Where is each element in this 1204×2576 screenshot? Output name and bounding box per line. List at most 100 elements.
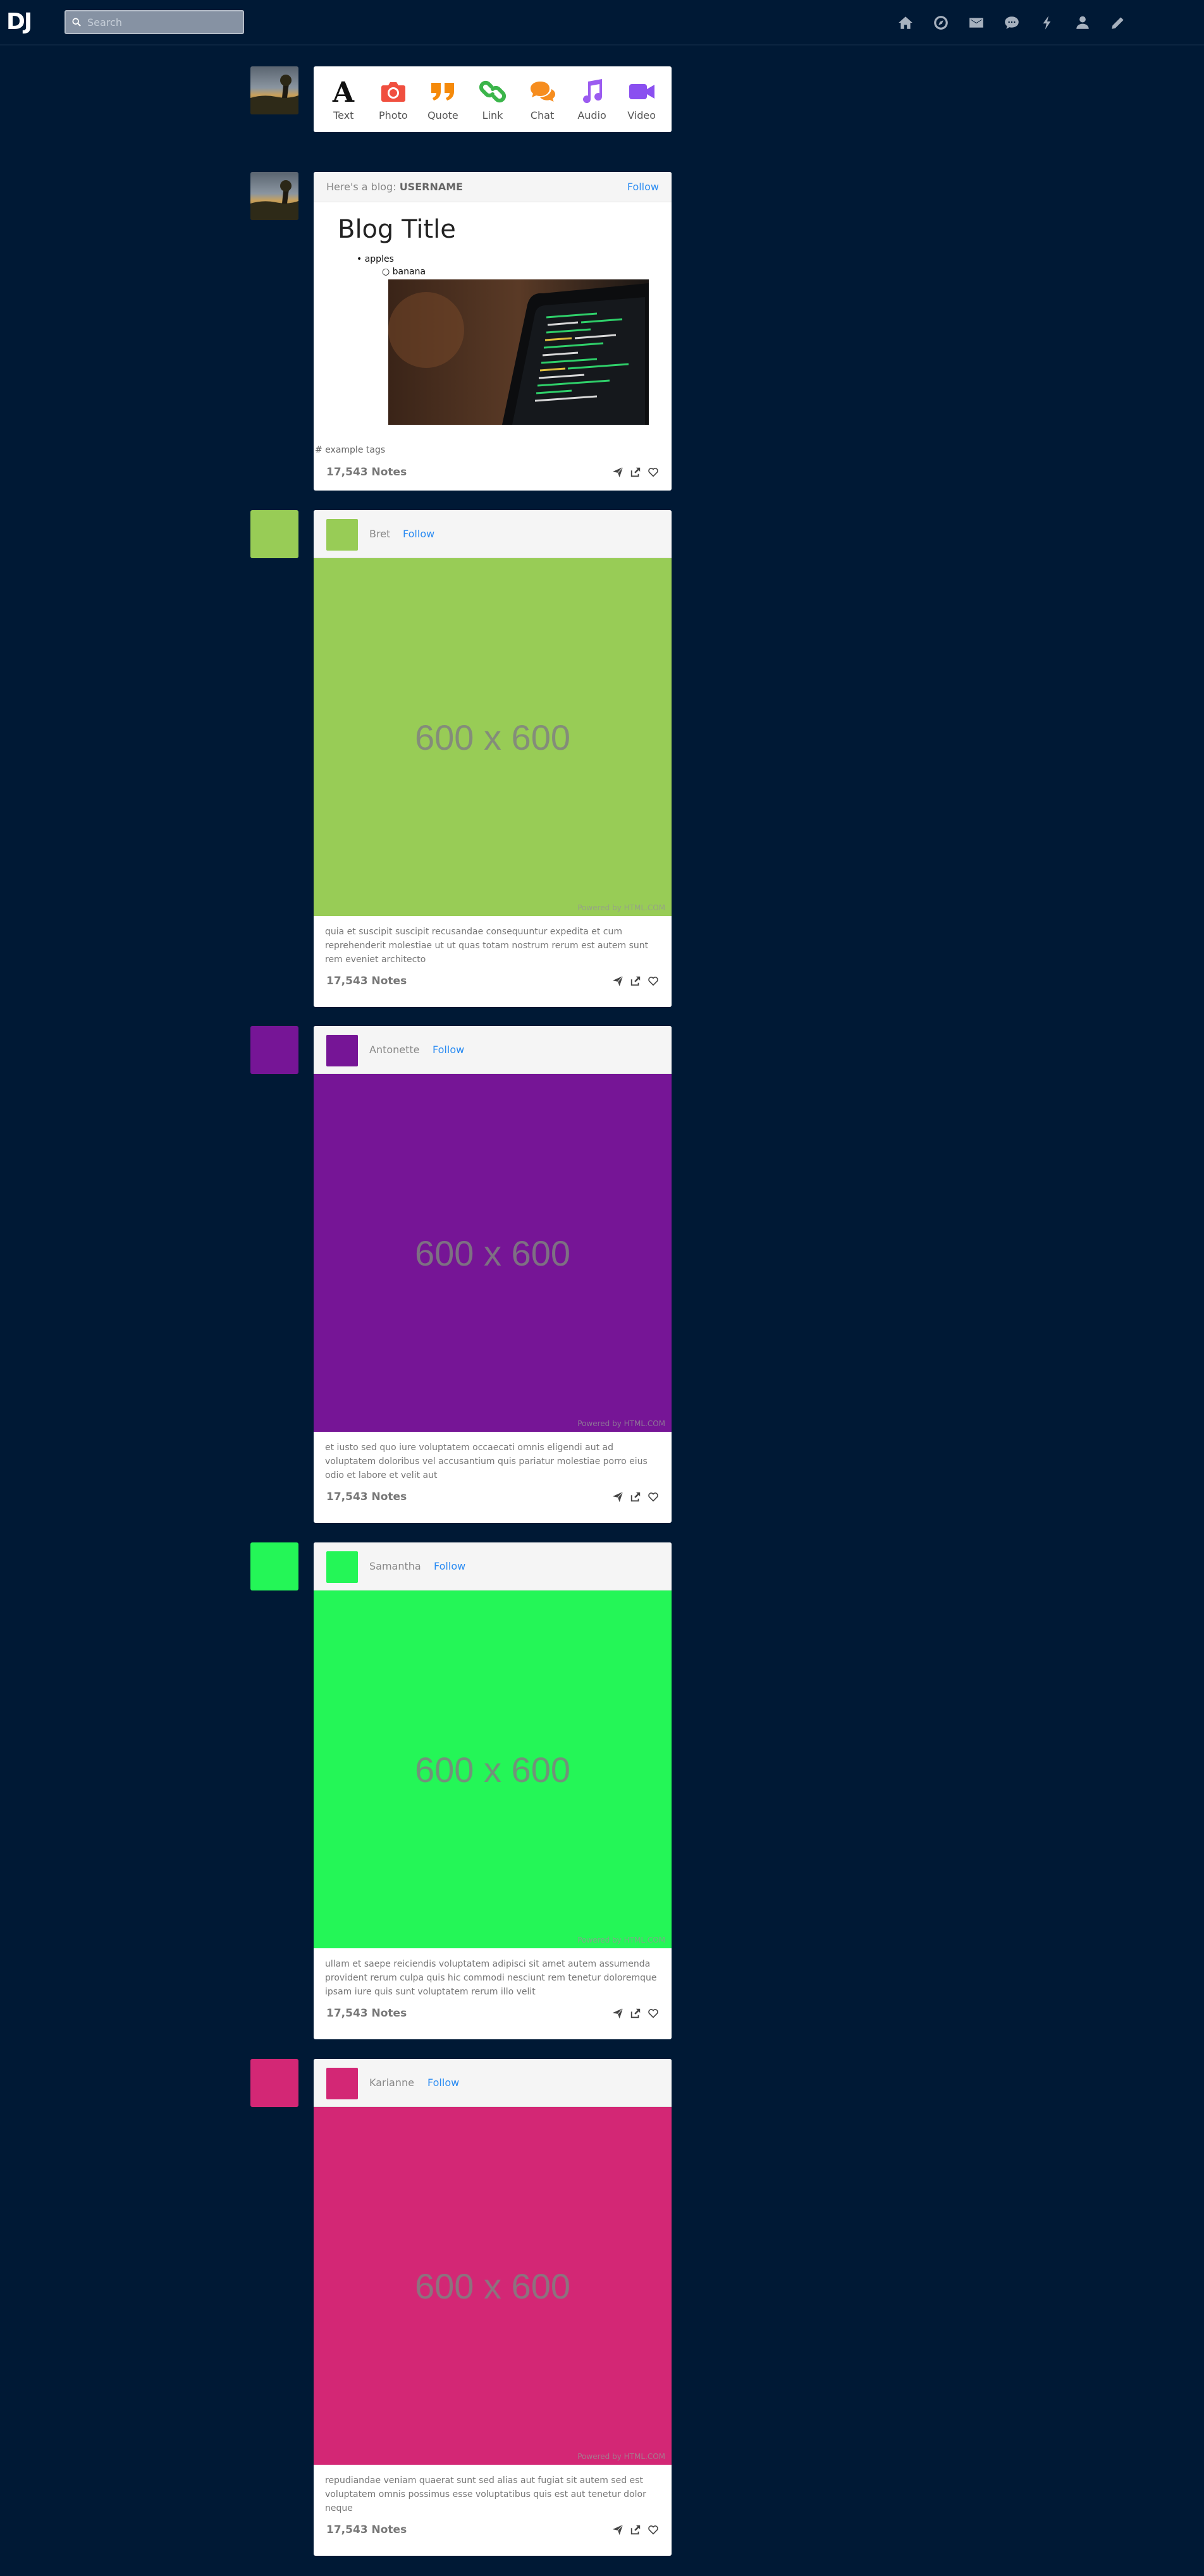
post-footer: 17,543 Notes [314, 456, 672, 488]
heart-icon[interactable] [648, 2524, 659, 2536]
post-author-avatar[interactable] [250, 1542, 298, 1590]
send-icon[interactable] [612, 2008, 624, 2019]
post-footer: 17,543 Notes [314, 1481, 672, 1513]
compose-quote-label: Quote [427, 109, 458, 121]
compose-chat-label: Chat [530, 109, 555, 121]
compose-text-label: Text [333, 109, 354, 121]
blog-username[interactable]: USERNAME [400, 181, 463, 193]
current-user-avatar[interactable] [250, 66, 298, 114]
search-icon [72, 18, 81, 27]
post-photo[interactable]: 600 x 600 Powered by HTML.COM [314, 1074, 672, 1432]
share-icon[interactable] [630, 467, 641, 478]
post-composer: A Text Photo Quote Link Chat Audio Video [314, 66, 672, 132]
post-header-avatar[interactable] [326, 2068, 358, 2099]
photo-post-card: Bret Follow 600 x 600 Powered by HTML.COM qu… [314, 510, 672, 1007]
post-username[interactable]: Samantha [369, 1560, 421, 1572]
share-icon[interactable] [630, 2524, 641, 2536]
post-header-avatar[interactable] [326, 1551, 358, 1583]
follow-button[interactable]: Follow [434, 1560, 465, 1572]
post-header-avatar[interactable] [326, 1035, 358, 1066]
search-box[interactable] [64, 10, 244, 34]
photo-placeholder-text: 600 x 600 [415, 2266, 570, 2306]
notes-count[interactable]: 17,543 Notes [326, 2524, 407, 2536]
send-icon[interactable] [612, 2524, 624, 2536]
post-photo[interactable]: 600 x 600 Powered by HTML.COM [314, 2107, 672, 2465]
svg-text:A: A [332, 78, 355, 106]
post-header: Antonette Follow [314, 1026, 672, 1074]
chat-icon[interactable] [1003, 14, 1021, 32]
blog-post-body: Blog Title • apples ○ banana # example t… [314, 202, 672, 456]
photo-credit: Powered by HTML.COM [577, 1936, 665, 1944]
notes-count[interactable]: 17,543 Notes [326, 975, 407, 987]
heart-icon[interactable] [648, 2008, 659, 2019]
compose-text-button[interactable]: A Text [321, 78, 366, 121]
notes-count[interactable]: 17,543 Notes [326, 466, 407, 479]
post-header: Bret Follow [314, 510, 672, 558]
post-header-avatar[interactable] [326, 519, 358, 551]
post-footer: 17,543 Notes [314, 1998, 672, 2029]
photo-post-card: Karianne Follow 600 x 600 Powered by HTML.C… [314, 2059, 672, 2556]
post-actions [612, 2008, 659, 2019]
post-author-avatar[interactable] [250, 1026, 298, 1074]
logo[interactable]: DJ [6, 9, 32, 35]
post-username[interactable]: Bret [369, 528, 390, 540]
notes-count[interactable]: 17,543 Notes [326, 1491, 407, 1503]
photo-credit: Powered by HTML.COM [577, 903, 665, 912]
compose-photo-button[interactable]: Photo [371, 78, 415, 121]
follow-button[interactable]: Follow [627, 181, 659, 193]
post-author-avatar[interactable] [250, 2059, 298, 2107]
post-username[interactable]: Karianne [369, 2077, 414, 2089]
lightning-icon[interactable] [1038, 14, 1056, 32]
blog-author-avatar[interactable] [250, 172, 298, 220]
camera-icon [381, 82, 405, 102]
list-item: • apples [357, 254, 394, 264]
envelope-icon[interactable] [968, 14, 985, 32]
share-icon[interactable] [630, 975, 641, 987]
post-username[interactable]: Antonette [369, 1044, 420, 1056]
compose-chat-button[interactable]: Chat [520, 78, 565, 121]
send-icon[interactable] [612, 1491, 624, 1503]
user-icon[interactable] [1074, 14, 1091, 32]
heart-icon[interactable] [648, 975, 659, 987]
heart-icon[interactable] [648, 1491, 659, 1503]
follow-button[interactable]: Follow [403, 528, 434, 540]
post-footer: 17,543 Notes [314, 965, 672, 997]
video-icon [629, 83, 654, 99]
compose-video-button[interactable]: Video [620, 78, 664, 121]
list-item-text: banana [392, 267, 426, 277]
blog-post-header: Here's a blog: USERNAME Follow [314, 172, 672, 202]
share-icon[interactable] [630, 1491, 641, 1503]
compose-photo-label: Photo [379, 109, 408, 121]
compose-video-label: Video [627, 109, 656, 121]
photo-post-card: Samantha Follow 600 x 600 Powered by HTML.C… [314, 1542, 672, 2039]
follow-button[interactable]: Follow [433, 1044, 464, 1056]
send-icon[interactable] [612, 467, 624, 478]
post-photo[interactable]: 600 x 600 Powered by HTML.COM [314, 1590, 672, 1948]
chat-bubbles-icon [530, 81, 555, 102]
photo-post-card: Antonette Follow 600 x 600 Powered by HTML.… [314, 1026, 672, 1523]
compose-audio-label: Audio [577, 109, 606, 121]
compass-icon[interactable] [932, 14, 950, 32]
pencil-icon[interactable] [1109, 14, 1127, 32]
post-caption: quia et suscipit suscipit recusandae con… [325, 927, 649, 965]
send-icon[interactable] [612, 975, 624, 987]
quote-icon [431, 82, 455, 101]
notes-count[interactable]: 17,543 Notes [326, 2007, 407, 2020]
post-photo[interactable]: 600 x 600 Powered by HTML.COM [314, 558, 672, 916]
post-tags[interactable]: # example tags [315, 445, 385, 455]
share-icon[interactable] [630, 2008, 641, 2019]
blog-header-prefix: Here's a blog: [326, 181, 400, 193]
home-icon[interactable] [897, 14, 914, 32]
photo-placeholder-text: 600 x 600 [415, 717, 570, 757]
post-footer: 17,543 Notes [314, 2514, 672, 2546]
link-icon [479, 80, 507, 102]
post-header: Samantha Follow [314, 1542, 672, 1590]
follow-button[interactable]: Follow [427, 2077, 459, 2089]
compose-audio-button[interactable]: Audio [570, 78, 614, 121]
post-author-avatar[interactable] [250, 510, 298, 558]
heart-icon[interactable] [648, 467, 659, 478]
compose-link-button[interactable]: Link [470, 78, 515, 121]
post-caption: et iusto sed quo iure voluptatem occaeca… [325, 1443, 648, 1480]
compose-quote-button[interactable]: Quote [421, 78, 465, 121]
search-input[interactable] [87, 14, 239, 30]
